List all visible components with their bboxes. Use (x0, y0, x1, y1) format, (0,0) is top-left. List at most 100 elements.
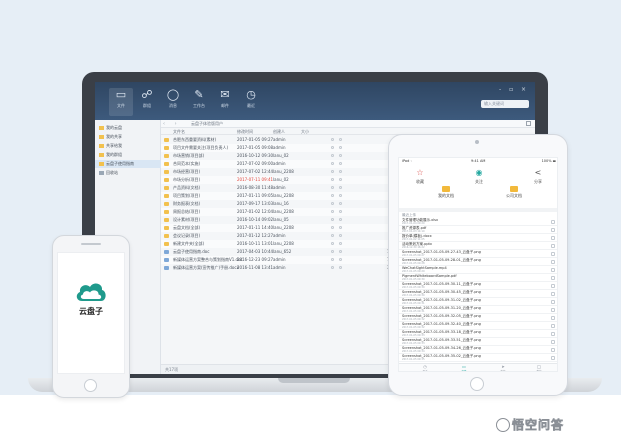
row-action-icon[interactable] (339, 242, 342, 245)
list-item[interactable]: 推广资源表.pdf 2017-01-03 14:10 (399, 226, 557, 234)
sidebar-item-groups[interactable]: 我的群组 (95, 151, 161, 159)
row-action-icon[interactable] (331, 210, 334, 213)
breadcrumb[interactable]: 云盘子体验版用户 (191, 120, 223, 128)
download-icon[interactable] (551, 228, 555, 232)
tab-files[interactable]: ▭ 文件 (454, 364, 474, 371)
row-action-icon[interactable] (331, 226, 334, 229)
tab-me[interactable]: ◯ 我的 (529, 364, 549, 371)
row-action-icon[interactable] (331, 234, 334, 237)
list-item[interactable]: Screenshot_2017-01-05-09-34-26_云盘子.png 20… (399, 346, 557, 354)
row-action-icon[interactable] (339, 210, 342, 213)
row-action-icon[interactable] (331, 138, 334, 141)
row-action-icon[interactable] (339, 162, 342, 165)
nav-arrows[interactable]: ‹ › (163, 120, 181, 128)
row-action-icon[interactable] (339, 194, 342, 197)
list-item[interactable]: 文件管理功能展示.xlsx 2017-01-04 09:20 (399, 218, 557, 226)
download-icon[interactable] (551, 300, 555, 304)
download-icon[interactable] (551, 284, 555, 288)
row-action-icon[interactable] (331, 146, 334, 149)
sidebar-item-guide[interactable]: 云盘子使用指南 (95, 160, 161, 168)
download-icon[interactable] (551, 332, 555, 336)
row-action-icon[interactable] (331, 178, 334, 181)
list-item[interactable]: Screenshot_2017-01-05-09-30-45_云盘子.png 20… (399, 290, 557, 298)
download-icon[interactable] (551, 276, 555, 280)
row-action-icon[interactable] (331, 218, 334, 221)
header-button-mail[interactable]: ✉ 邮件 (213, 88, 237, 116)
column-header-creator[interactable]: 创建人 (273, 128, 285, 135)
row-action-icon[interactable] (339, 218, 342, 221)
list-item[interactable]: WeChatSightSample.mp4 2017-01-05 09:29 (399, 266, 557, 274)
download-icon[interactable] (551, 324, 555, 328)
tablet-action-favorite[interactable]: ☆ 收藏 (405, 168, 435, 185)
list-item[interactable]: 报价单(模板).docx 2017-01-02 11:05 (399, 234, 557, 242)
row-action-icon[interactable] (339, 178, 342, 181)
header-button-files[interactable]: ▭ 文件 (109, 88, 133, 116)
row-action-icon[interactable] (339, 138, 342, 141)
window-controls[interactable]: - ▫ × (499, 86, 529, 93)
row-action-icon[interactable] (339, 258, 342, 261)
download-icon[interactable] (551, 308, 555, 312)
list-item[interactable]: Screenshot_2017-01-05-09-33-18_云盘子.png 20… (399, 330, 557, 338)
download-icon[interactable] (551, 252, 555, 256)
header-button-groups[interactable]: ☍ 群组 (135, 88, 159, 116)
row-action-icon[interactable] (339, 226, 342, 229)
row-action-icon[interactable] (331, 250, 334, 253)
row-action-icon[interactable] (339, 202, 342, 205)
tab-recent[interactable]: ◷ 最近 (415, 364, 435, 371)
sidebar-item-my-shares[interactable]: 我的共享 (95, 133, 161, 141)
row-action-icon[interactable] (331, 162, 334, 165)
row-action-icon[interactable] (339, 186, 342, 189)
download-icon[interactable] (551, 268, 555, 272)
row-action-icon[interactable] (331, 258, 334, 261)
row-action-icon[interactable] (331, 154, 334, 157)
sidebar-item-trash[interactable]: 回收站 (95, 169, 161, 177)
row-action-icon[interactable] (339, 250, 342, 253)
download-icon[interactable] (551, 356, 555, 360)
list-item[interactable]: Screenshot_2017-01-05-09-27-43_云盘子.png 20… (399, 250, 557, 258)
column-header-name[interactable]: 文件名 (173, 128, 185, 135)
tablet-folder-company-docs[interactable]: 公司文档 (489, 186, 539, 200)
grid-view-icon[interactable] (526, 121, 531, 126)
search-input[interactable]: 输入关键词 (481, 100, 529, 108)
row-action-icon[interactable] (331, 170, 334, 173)
download-icon[interactable] (551, 220, 555, 224)
list-item[interactable]: Screenshot_2017-01-05-09-31-20_云盘子.png 20… (399, 306, 557, 314)
list-item[interactable]: Screenshot_2017-01-05-09-32-40_云盘子.png 20… (399, 322, 557, 330)
header-button-messages[interactable]: ◯ 消息 (161, 88, 185, 116)
download-icon[interactable] (551, 292, 555, 296)
row-action-icon[interactable] (339, 234, 342, 237)
row-action-icon[interactable] (339, 170, 342, 173)
tab-transfer[interactable]: ➤ 传输 (493, 364, 513, 371)
row-action-icon[interactable] (331, 266, 334, 269)
sidebar-item-my-drive[interactable]: 我的云盘 (95, 124, 161, 132)
row-action-icon[interactable] (339, 146, 342, 149)
list-item[interactable]: Screenshot_2017-01-05-09-30-11_云盘子.png 20… (399, 282, 557, 290)
header-button-workbench[interactable]: ✎ 工作台 (187, 88, 211, 116)
row-action-icon[interactable] (331, 202, 334, 205)
row-action-icon[interactable] (331, 194, 334, 197)
download-icon[interactable] (551, 348, 555, 352)
download-icon[interactable] (551, 340, 555, 344)
row-action-icon[interactable] (339, 154, 342, 157)
list-item[interactable]: Screenshot_2017-01-05-09-28-01_云盘子.png 20… (399, 258, 557, 266)
download-icon[interactable] (551, 244, 555, 248)
list-item[interactable]: Screenshot_2017-01-05-09-31-02_云盘子.png 20… (399, 298, 557, 306)
tablet-folder-my-docs[interactable]: 我的文档 (421, 186, 471, 200)
row-action-icon[interactable] (331, 242, 334, 245)
download-icon[interactable] (551, 236, 555, 240)
list-item[interactable]: 活动策划方案.pptx 2016-12-30 16:22 (399, 242, 557, 250)
header-button-recent[interactable]: ◷ 最近 (239, 88, 263, 116)
list-item[interactable]: Screenshot_2017-01-05-09-33-51_云盘子.png 20… (399, 338, 557, 346)
row-action-icon[interactable] (339, 266, 342, 269)
row-action-icon[interactable] (331, 186, 334, 189)
tablet-home-button[interactable] (470, 377, 484, 391)
list-item[interactable]: Screenshot_2017-01-05-09-32-05_云盘子.png 20… (399, 314, 557, 322)
list-item[interactable]: Screenshot_2017-01-05-09-35-02_云盘子.png 20… (399, 354, 557, 362)
tablet-action-share[interactable]: < 分享 (523, 168, 553, 185)
phone-home-button[interactable] (84, 379, 97, 392)
column-header-date[interactable]: 修改时间 (237, 128, 253, 135)
download-icon[interactable] (551, 260, 555, 264)
download-icon[interactable] (551, 316, 555, 320)
list-item[interactable]: PigmentWhiteboardSample.pdf 2017-01-05 09… (399, 274, 557, 282)
tablet-action-follow[interactable]: ◉ 关注 (464, 168, 494, 185)
